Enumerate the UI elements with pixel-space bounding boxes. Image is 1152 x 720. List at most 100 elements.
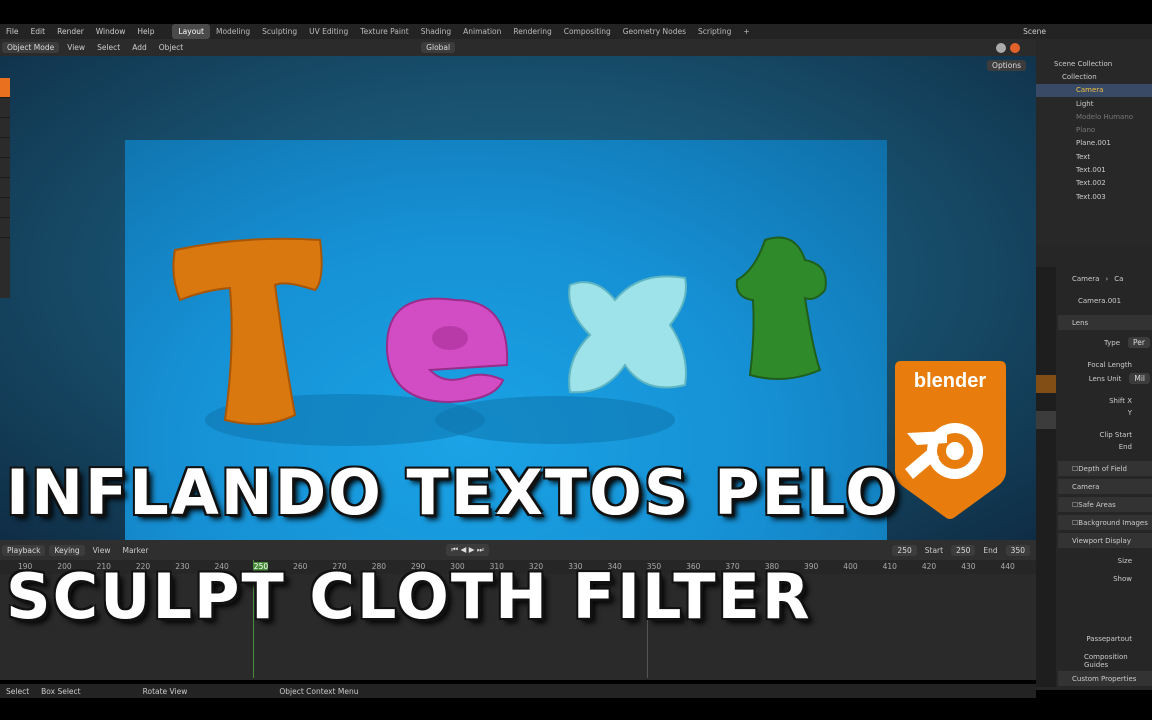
menu-file[interactable]: File xyxy=(0,24,25,39)
mode-dropdown[interactable]: Object Mode xyxy=(2,42,60,53)
scale-tool-icon[interactable] xyxy=(0,158,10,178)
tab-uv-editing[interactable]: UV Editing xyxy=(303,24,354,39)
bg-images-panel[interactable]: ☐ Background Images xyxy=(1058,515,1152,530)
lens-panel-header[interactable]: Lens xyxy=(1058,315,1152,330)
view-layer-tab-icon[interactable] xyxy=(1036,321,1056,339)
tab-compositing[interactable]: Compositing xyxy=(558,24,617,39)
timeline-menu-view[interactable]: View xyxy=(87,543,117,558)
frame-tick-label: 440 xyxy=(1000,562,1015,571)
menu-object[interactable]: Object xyxy=(153,40,189,55)
blender-logo-text: blender xyxy=(914,370,986,392)
rotate-tool-icon[interactable] xyxy=(0,138,10,158)
shading-solid-icon[interactable] xyxy=(996,42,1006,53)
lens-unit-dropdown[interactable]: Mil xyxy=(1129,373,1150,384)
end-frame-field[interactable]: 350 xyxy=(1005,544,1030,556)
playback-controls[interactable]: ⏮ ◀ ▶ ⏭ xyxy=(446,544,489,556)
menu-help[interactable]: Help xyxy=(131,24,160,39)
scene-selector[interactable]: Scene xyxy=(1017,24,1052,39)
outliner-item-light[interactable]: Light xyxy=(1036,97,1152,110)
passepartout-label: Passepartout xyxy=(1086,634,1132,643)
show-row: Show xyxy=(1058,571,1152,586)
viewport-display-label: Viewport Display xyxy=(1072,536,1131,545)
properties-editor[interactable]: Camera › Ca Camera.001 Lens Type Per Foca… xyxy=(1036,245,1152,690)
camera-data-name: Camera.001 xyxy=(1078,296,1122,305)
tab-texture-paint[interactable]: Texture Paint xyxy=(354,24,414,39)
menu-edit[interactable]: Edit xyxy=(25,24,52,39)
outliner-scene-collection[interactable]: Scene Collection xyxy=(1036,57,1152,70)
frame-tick-label: 400 xyxy=(843,562,858,571)
letterbox-top xyxy=(0,0,1152,24)
outliner-item-text-001[interactable]: Text.001 xyxy=(1036,163,1152,176)
start-frame-field[interactable]: 250 xyxy=(951,544,976,556)
menu-render[interactable]: Render xyxy=(51,24,90,39)
properties-tabs xyxy=(1036,267,1056,687)
dof-label: Depth of Field xyxy=(1078,464,1127,473)
orientation-dropdown[interactable]: Global xyxy=(421,42,456,53)
camera-data-field[interactable]: Camera.001 xyxy=(1058,293,1152,308)
cursor-tool-icon[interactable] xyxy=(0,98,10,118)
outliner-item-modelo-humano[interactable]: Modelo Humano xyxy=(1036,110,1152,123)
viewport-display-panel[interactable]: Viewport Display xyxy=(1058,533,1152,548)
focal-label: Focal Length xyxy=(1087,360,1132,369)
object-tab-icon[interactable] xyxy=(1036,375,1056,393)
tab-geometry-nodes[interactable]: Geometry Nodes xyxy=(617,24,692,39)
lens-label: Lens xyxy=(1072,318,1089,327)
dof-panel[interactable]: ☐ Depth of Field xyxy=(1058,461,1152,476)
tab-layout[interactable]: Layout xyxy=(172,24,210,39)
transform-tool-icon[interactable] xyxy=(0,178,10,198)
status-rotate: Rotate View xyxy=(142,686,188,696)
outliner-item-plane-001[interactable]: Plane.001 xyxy=(1036,137,1152,150)
tab-sculpting[interactable]: Sculpting xyxy=(256,24,303,39)
options-button[interactable]: Options xyxy=(987,60,1026,71)
frame-tick-label: 430 xyxy=(961,562,976,571)
tool-tab-icon[interactable] xyxy=(1036,267,1056,285)
tab-modeling[interactable]: Modeling xyxy=(210,24,256,39)
add-workspace-icon[interactable]: + xyxy=(737,24,755,39)
render-tab-icon[interactable] xyxy=(1036,285,1056,303)
menu-window[interactable]: Window xyxy=(90,24,132,39)
outliner-item-plano[interactable]: Plano xyxy=(1036,123,1152,136)
menu-select[interactable]: Select xyxy=(91,40,126,55)
title-line-2: SCULPT CLOTH FILTER xyxy=(6,560,812,633)
annotate-tool-icon[interactable] xyxy=(0,198,10,218)
tab-animation[interactable]: Animation xyxy=(457,24,507,39)
passepartout-row: Passepartout xyxy=(1058,631,1152,646)
world-tab-icon[interactable] xyxy=(1036,357,1056,375)
clip-end-row: End xyxy=(1058,439,1152,454)
status-box-select: Box Select xyxy=(41,686,81,696)
camera-panel[interactable]: Camera xyxy=(1058,479,1152,494)
outliner-item-text-003[interactable]: Text.003 xyxy=(1036,190,1152,203)
end-label: End xyxy=(983,545,998,555)
constraints-tab-icon[interactable] xyxy=(1036,393,1056,411)
tool-shelf xyxy=(0,78,10,298)
timeline-menu-marker[interactable]: Marker xyxy=(116,543,154,558)
current-frame-field[interactable]: 250 xyxy=(892,544,917,556)
outliner[interactable]: Scene Collection Collection Camera Light… xyxy=(1036,39,1152,245)
outliner-item-text[interactable]: Text xyxy=(1036,150,1152,163)
shift-x-label: Shift X xyxy=(1109,396,1132,405)
scene-tab-icon[interactable] xyxy=(1036,339,1056,357)
menu-add[interactable]: Add xyxy=(126,40,153,55)
menu-view[interactable]: View xyxy=(61,40,91,55)
shading-rendered-icon[interactable] xyxy=(1010,42,1020,53)
tab-scripting[interactable]: Scripting xyxy=(692,24,737,39)
status-bar: Select Box Select Rotate View Object Con… xyxy=(0,684,1036,698)
select-tool-icon[interactable] xyxy=(0,78,10,98)
playback-dropdown[interactable]: Playback xyxy=(2,544,46,556)
tab-shading[interactable]: Shading xyxy=(415,24,457,39)
comp-guides-panel[interactable]: Composition Guides xyxy=(1058,653,1152,669)
size-row: Size xyxy=(1058,553,1152,568)
measure-tool-icon[interactable] xyxy=(0,218,10,238)
outliner-item-camera[interactable]: Camera xyxy=(1036,83,1152,97)
camera-data-tab-icon[interactable] xyxy=(1036,411,1056,429)
outliner-item-text-002[interactable]: Text.002 xyxy=(1036,177,1152,190)
custom-props-panel[interactable]: Custom Properties xyxy=(1058,671,1152,686)
tab-rendering[interactable]: Rendering xyxy=(507,24,557,39)
type-dropdown[interactable]: Per xyxy=(1128,337,1150,348)
safe-areas-panel[interactable]: ☐ Safe Areas xyxy=(1058,497,1152,512)
outliner-collection[interactable]: Collection xyxy=(1036,70,1152,83)
output-tab-icon[interactable] xyxy=(1036,303,1056,321)
breadcrumb-camera: Camera xyxy=(1072,274,1100,283)
move-tool-icon[interactable] xyxy=(0,118,10,138)
keying-dropdown[interactable]: Keying xyxy=(49,544,85,556)
